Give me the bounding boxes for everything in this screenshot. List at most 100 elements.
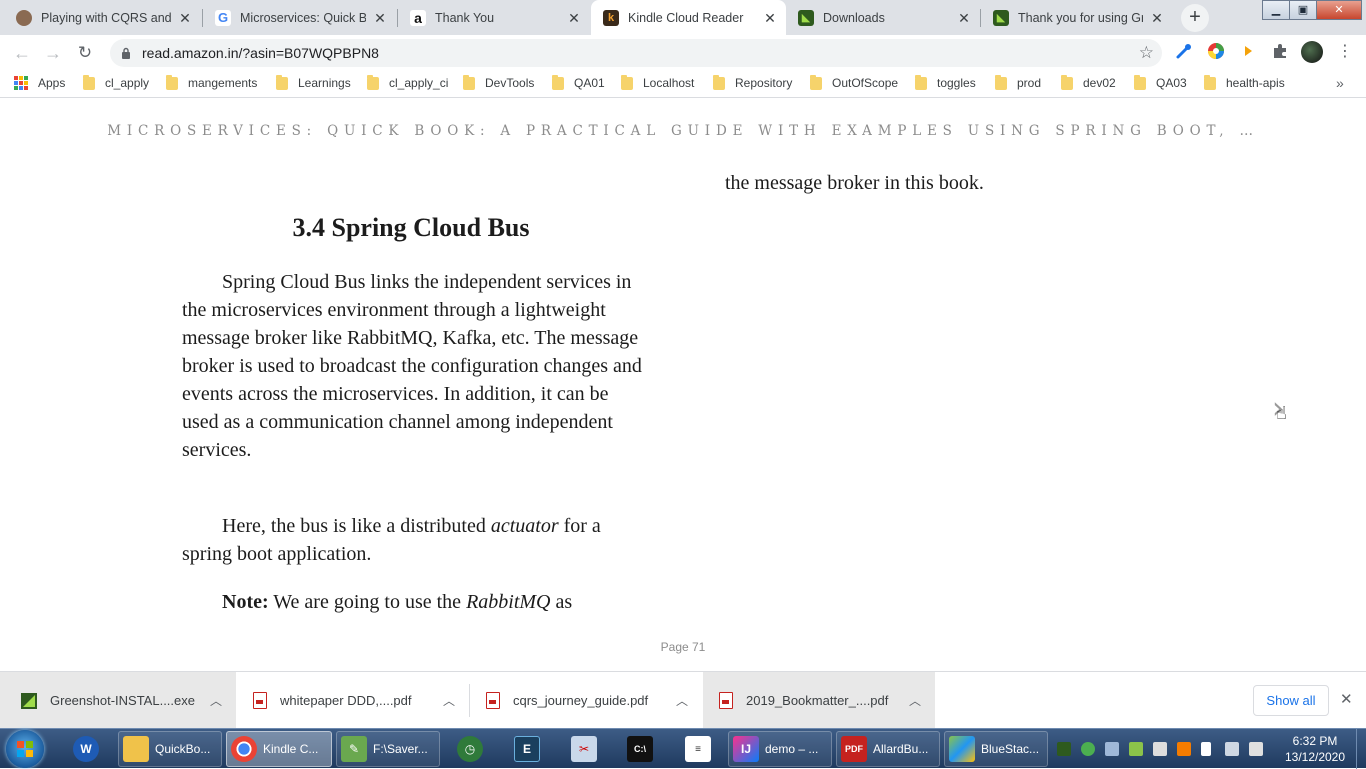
- tab-microservices-quick-book[interactable]: G Microservices: Quick Boo ✕: [203, 0, 396, 35]
- text-run: We are going to use the: [268, 591, 467, 613]
- url-text: read.amazon.in/?asin=B07WQPBPN8: [142, 45, 379, 61]
- bookmark-folder[interactable]: prod: [995, 74, 1041, 90]
- download-filename: Greenshot-INSTAL....exe: [50, 693, 195, 708]
- tab-playing-with-cqrs[interactable]: Playing with CQRS and E ✕: [4, 0, 201, 35]
- bookmark-folder[interactable]: Learnings: [276, 74, 351, 90]
- greenshot-tray-icon[interactable]: [1057, 742, 1071, 756]
- bookmark-folder[interactable]: QA03: [1134, 74, 1187, 90]
- system-clock[interactable]: 6:32 PM 13/12/2020: [1280, 733, 1350, 765]
- maximize-button[interactable]: ▣: [1289, 0, 1317, 20]
- show-all-downloads-button[interactable]: Show all: [1253, 685, 1329, 716]
- chevron-up-icon[interactable]: ︿: [905, 692, 925, 709]
- close-tab-icon[interactable]: ✕: [566, 10, 582, 26]
- emphasis-text: RabbitMQ: [466, 591, 551, 613]
- keyboard-tray-icon[interactable]: [1153, 742, 1167, 756]
- play-extension-icon[interactable]: [1239, 42, 1257, 60]
- profile-avatar[interactable]: [1301, 41, 1323, 63]
- folder-icon: [83, 74, 95, 90]
- pdf-file-icon: [486, 692, 500, 709]
- more-menu-icon[interactable]: ⋮: [1337, 41, 1353, 61]
- download-item[interactable]: 2019_Bookmatter_....pdf ︿: [703, 672, 935, 729]
- address-bar[interactable]: read.amazon.in/?asin=B07WQPBPN8 ☆: [110, 39, 1162, 67]
- extensions-puzzle-icon[interactable]: [1271, 42, 1289, 60]
- chevron-up-icon[interactable]: ︿: [206, 692, 226, 709]
- taskbar-button[interactable]: QuickBo...: [118, 731, 222, 767]
- back-button[interactable]: ←: [9, 40, 35, 66]
- bookmark-folder[interactable]: OutOfScope: [810, 74, 898, 90]
- kindle-k-icon: k: [603, 9, 619, 26]
- chevron-up-icon[interactable]: ︿: [672, 692, 692, 709]
- color-picker-extension-icon[interactable]: [1207, 42, 1225, 60]
- browser-toolbar: ← → ↻ read.amazon.in/?asin=B07WQPBPN8 ☆: [0, 35, 1366, 70]
- close-tab-icon[interactable]: ✕: [177, 10, 193, 26]
- show-desktop-button[interactable]: [1356, 729, 1366, 769]
- action-center-flag-icon[interactable]: [1201, 742, 1211, 756]
- pinned-app[interactable]: ≡: [680, 731, 716, 767]
- minimize-button[interactable]: ▁: [1262, 0, 1290, 20]
- close-downloads-bar-icon[interactable]: ✕: [1340, 690, 1353, 708]
- folder-icon: [1204, 74, 1216, 90]
- close-tab-icon[interactable]: ✕: [1149, 10, 1165, 26]
- eyedropper-extension-icon[interactable]: [1175, 42, 1193, 60]
- taskbar-button[interactable]: ✎ F:\Saver...: [336, 731, 440, 767]
- network-tray-icon[interactable]: [1225, 742, 1239, 756]
- bookmark-folder[interactable]: toggles: [915, 74, 976, 90]
- close-tab-icon[interactable]: ✕: [372, 10, 388, 26]
- bookmark-label: Learnings: [298, 76, 351, 90]
- taskbar-button[interactable]: Kindle C...: [226, 731, 332, 767]
- bookmark-star-icon[interactable]: ☆: [1139, 43, 1154, 63]
- close-tab-icon[interactable]: ✕: [956, 10, 972, 26]
- download-filename: whitepaper DDD,....pdf: [280, 693, 412, 708]
- taskbar-button[interactable]: PDF AllardBu...: [836, 731, 940, 767]
- folder-icon: [463, 74, 475, 90]
- download-item[interactable]: cqrs_journey_guide.pdf ︿: [470, 672, 702, 729]
- close-tab-icon[interactable]: ✕: [762, 10, 778, 26]
- pinned-app[interactable]: E: [509, 731, 545, 767]
- bookmark-folder[interactable]: cl_apply_ci: [367, 74, 449, 90]
- tab-thank-you-greenshot[interactable]: ◣ Thank you for using Gree ✕: [981, 0, 1173, 35]
- pdf-reader-icon: PDF: [841, 736, 867, 762]
- pinned-app[interactable]: ◷: [452, 731, 488, 767]
- pinned-app[interactable]: C:\: [622, 731, 658, 767]
- clock-date: 13/12/2020: [1284, 750, 1346, 764]
- taskbar-button[interactable]: BlueStac...: [944, 731, 1048, 767]
- bookmark-folder[interactable]: dev02: [1061, 74, 1116, 90]
- taskbar-label: AllardBu...: [873, 742, 929, 756]
- tab-thank-you[interactable]: a Thank You ✕: [398, 0, 590, 35]
- bookmark-folder[interactable]: DevTools: [463, 74, 534, 90]
- tab-title: Microservices: Quick Boo: [240, 10, 366, 25]
- bookmark-label: cl_apply_ci: [389, 76, 449, 90]
- chevron-up-icon[interactable]: ︿: [439, 692, 459, 709]
- bookmarks-overflow-button[interactable]: »: [1336, 75, 1344, 91]
- pinned-app[interactable]: W: [68, 731, 104, 767]
- bookmark-folder[interactable]: cl_apply: [83, 74, 149, 90]
- person-avatar-icon: [16, 9, 32, 26]
- shield-tray-icon[interactable]: [1105, 742, 1119, 756]
- volume-tray-icon[interactable]: [1249, 742, 1263, 756]
- bluestacks-tray-icon[interactable]: [1129, 742, 1143, 756]
- pinned-app[interactable]: ✂: [566, 731, 602, 767]
- greenshot-icon: ◣: [798, 9, 814, 26]
- download-item[interactable]: whitepaper DDD,....pdf ︿: [236, 672, 469, 729]
- audio-tray-icon[interactable]: [1177, 742, 1191, 756]
- paragraph: Note: We are going to use the RabbitMQ a…: [182, 588, 644, 616]
- bookmark-folder[interactable]: Localhost: [621, 74, 694, 90]
- bookmark-folder[interactable]: health-apis: [1204, 74, 1285, 90]
- bookmark-folder[interactable]: Repository: [713, 74, 792, 90]
- taskbar-label: Kindle C...: [263, 742, 319, 756]
- taskbar-button[interactable]: IJ demo – ...: [728, 731, 832, 767]
- start-button[interactable]: [6, 730, 44, 768]
- new-tab-button[interactable]: +: [1181, 4, 1209, 32]
- bookmark-folder[interactable]: QA01: [552, 74, 605, 90]
- clock-time: 6:32 PM: [1292, 734, 1338, 748]
- tab-downloads[interactable]: ◣ Downloads ✕: [786, 0, 980, 35]
- bookmark-apps[interactable]: Apps: [14, 76, 65, 90]
- forward-button[interactable]: →: [40, 40, 66, 66]
- tab-kindle-cloud-reader[interactable]: k Kindle Cloud Reader ✕: [591, 0, 786, 35]
- download-item[interactable]: Greenshot-INSTAL....exe ︿: [0, 672, 236, 729]
- reload-button[interactable]: ↻: [72, 40, 98, 66]
- paragraph-text: Here, the bus is like a distributed actu…: [182, 512, 644, 568]
- update-tray-icon[interactable]: [1081, 742, 1095, 756]
- close-window-button[interactable]: ✕: [1316, 0, 1362, 20]
- bookmark-folder[interactable]: mangements: [166, 74, 257, 90]
